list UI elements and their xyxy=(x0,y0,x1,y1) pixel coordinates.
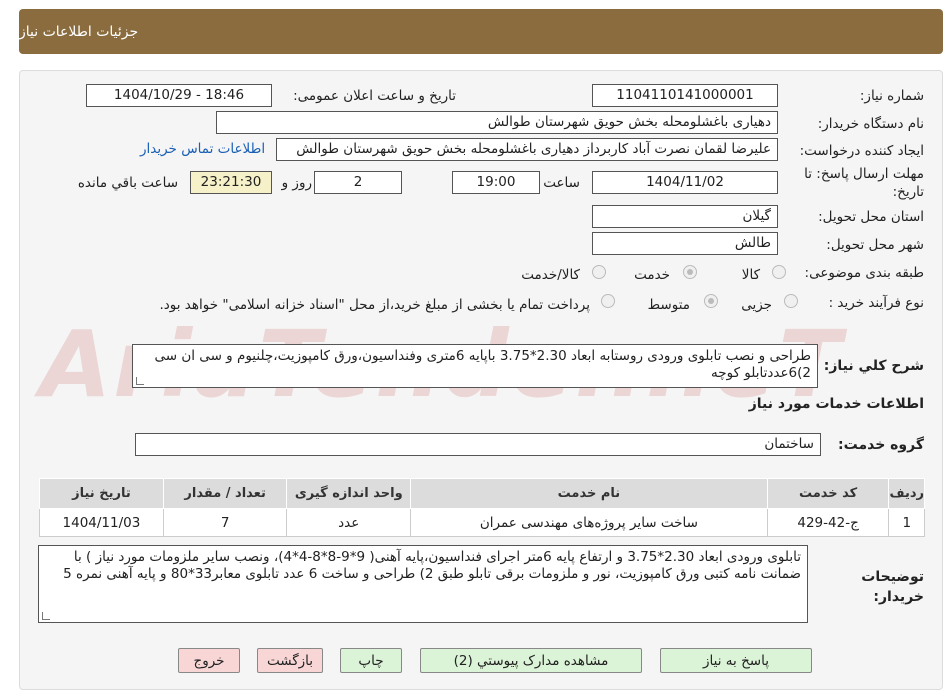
exit-button[interactable]: خروج xyxy=(178,648,240,673)
service-group-field: ساختمان xyxy=(135,433,821,456)
buyer-notes-label: توضیحات خریدار: xyxy=(861,569,924,605)
column-header-need-date: تاریخ نیاز xyxy=(39,478,164,509)
category-option-service: خدمت xyxy=(634,267,670,283)
province-field: گیلان xyxy=(592,205,778,228)
services-table: ردیف کد خدمت نام خدمت واحد اندازه گیری ت… xyxy=(39,478,925,537)
column-header-service-name: نام خدمت xyxy=(410,478,768,509)
creator-field: علیرضا لقمان نصرت آباد کاربرداز دهیاری ب… xyxy=(276,138,778,161)
cell-unit: عدد xyxy=(286,508,412,537)
buyer-org-label: نام دستگاه خریدار: xyxy=(817,116,924,132)
remaining-label: ساعت باقي مانده xyxy=(77,175,178,191)
days-field: 2 xyxy=(314,171,402,194)
days-label: روز و xyxy=(281,175,312,191)
category-option-goods: کالا xyxy=(741,267,760,283)
table-header-row: ردیف کد خدمت نام خدمت واحد اندازه گیری ت… xyxy=(39,478,925,509)
remaining-time-field: 23:21:30 xyxy=(190,171,272,194)
category-label: طبقه بندی موضوعی: xyxy=(804,265,924,281)
buyer-org-field: دهیاری باغشلومحله بخش حویق شهرستان طوالش xyxy=(216,111,778,134)
resize-handle-icon[interactable] xyxy=(42,612,50,620)
cell-service-code: ج-42-429 xyxy=(766,508,890,537)
table-row: 1 ج-42-429 ساخت سایر پروژه‌های مهندسی عم… xyxy=(39,508,925,537)
category-option-goods-service: کالا/خدمت xyxy=(521,267,580,283)
creator-label: ایجاد کننده درخواست: xyxy=(799,143,924,159)
back-button[interactable]: بازگشت xyxy=(257,648,323,673)
view-attachments-button[interactable]: مشاهده مدارک پیوستي (2) xyxy=(420,648,642,673)
summary-text: طراحی و نصب تابلوی ورودی روستابه ابعاد 2… xyxy=(154,348,812,381)
category-radio-goods-service[interactable] xyxy=(592,265,606,279)
category-radio-goods[interactable] xyxy=(772,265,786,279)
province-label: استان محل تحویل: xyxy=(818,209,924,225)
process-note: پرداخت تمام یا بخشی از مبلغ خرید،از محل … xyxy=(159,297,590,313)
need-number-field: 1104110141000001 xyxy=(592,84,778,107)
city-label: شهر محل تحویل: xyxy=(826,237,924,253)
column-header-row-number: ردیف xyxy=(888,478,925,509)
summary-label: شرح کلي نیاز: xyxy=(823,358,924,374)
process-option-minor: جزیی xyxy=(741,297,772,313)
process-treasury-checkbox[interactable] xyxy=(601,294,615,308)
need-number-label: شماره نیاز: xyxy=(859,88,924,104)
summary-textarea: طراحی و نصب تابلوی ورودی روستابه ابعاد 2… xyxy=(132,344,818,388)
buyer-notes-textarea: تابلوی ورودی ابعاد 2.30*3.75 و ارتفاع پا… xyxy=(38,545,808,623)
announce-field: 1404/10/29 - 18:46 xyxy=(86,84,272,107)
service-group-label: گروه خدمت: xyxy=(838,437,924,453)
buyer-notes-text: تابلوی ورودی ابعاد 2.30*3.75 و ارتفاع پا… xyxy=(63,549,801,582)
cell-service-name: ساخت سایر پروژه‌های مهندسی عمران xyxy=(410,508,768,537)
time-label: ساعت xyxy=(543,175,580,191)
city-field: طالش xyxy=(592,232,778,255)
column-header-service-code: کد خدمت xyxy=(766,478,890,509)
process-radio-medium[interactable] xyxy=(704,294,718,308)
reply-to-need-button[interactable]: پاسخ به نیاز xyxy=(660,648,812,673)
category-radio-service[interactable] xyxy=(683,265,697,279)
deadline-label: مهلت ارسال پاسخ: تا تاریخ: xyxy=(804,166,924,200)
cell-quantity: 7 xyxy=(162,508,288,537)
deadline-date-field: 1404/11/02 xyxy=(592,171,778,194)
process-option-medium: متوسط xyxy=(647,297,690,313)
page-header: جزئیات اطلاعات نیاز xyxy=(19,9,943,54)
page-title: جزئیات اطلاعات نیاز xyxy=(19,23,139,40)
deadline-time-field: 19:00 xyxy=(452,171,540,194)
column-header-unit: واحد اندازه گیری xyxy=(286,478,412,509)
cell-row-number: 1 xyxy=(888,508,925,537)
resize-handle-icon[interactable] xyxy=(136,377,144,385)
details-panel: AriaTender.neT شماره نیاز: 1104110141000… xyxy=(19,70,943,690)
cell-need-date: 1404/11/03 xyxy=(39,508,164,537)
buyer-contact-link[interactable]: اطلاعات تماس خریدار xyxy=(140,141,265,157)
column-header-quantity: تعداد / مقدار xyxy=(162,478,288,509)
process-label: نوع فرآیند خرید : xyxy=(828,295,924,311)
services-section-title: اطلاعات خدمات مورد نیاز xyxy=(748,396,924,412)
process-radio-minor[interactable] xyxy=(784,294,798,308)
print-button[interactable]: چاپ xyxy=(340,648,402,673)
announce-label: تاریخ و ساعت اعلان عمومی: xyxy=(293,88,456,104)
